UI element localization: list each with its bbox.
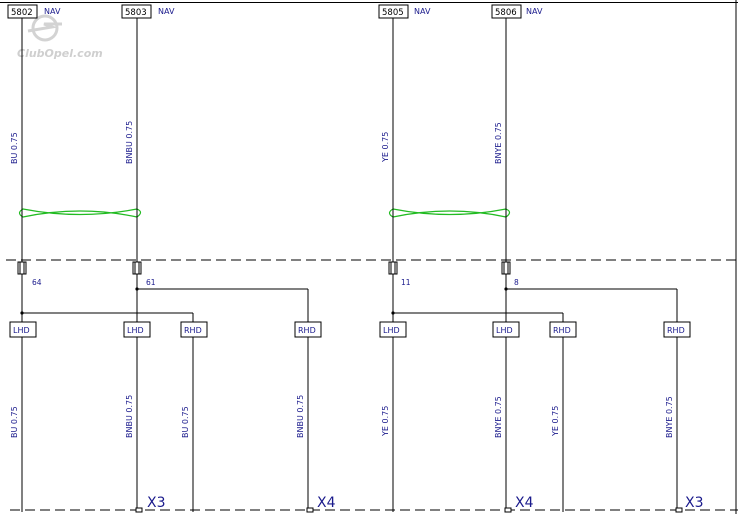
lhd-label: LHD xyxy=(383,326,400,335)
circuit-5805: 5805 NAV YE 0.75 11 LHD YE 0.75 RHD YE 0… xyxy=(378,4,577,512)
rhd-label: RHD xyxy=(553,326,571,335)
circuit-tag: NAV xyxy=(158,7,175,16)
bottom-connectors: X3 X4 X4 X3 xyxy=(135,495,704,513)
wire-label: BNBU 0.75 xyxy=(296,395,305,438)
connector-label: X3 xyxy=(147,495,166,511)
wire-label: BNBU 0.75 xyxy=(125,395,134,438)
circuit-number: 5805 xyxy=(382,8,404,18)
lhd-label: LHD xyxy=(127,326,144,335)
circuit-5802: 5802 NAV BU 0.75 64 LHD BU 0.75 RHD BU 0… xyxy=(7,4,208,512)
lhd-label: LHD xyxy=(496,326,513,335)
wire-label: YE 0.75 xyxy=(381,132,390,163)
circuit-5806: 5806 NAV BNYE 0.75 8 LHD BNYE 0.75 RHD B… xyxy=(491,4,691,512)
rhd-label: RHD xyxy=(298,326,316,335)
splice-pin: 8 xyxy=(514,278,519,287)
watermark: ClubOpel.com xyxy=(17,14,103,60)
wire-label: BNBU 0.75 xyxy=(125,121,134,164)
wire-label: BU 0.75 xyxy=(10,132,19,164)
circuit-tag: NAV xyxy=(414,7,431,16)
lhd-label: LHD xyxy=(13,326,30,335)
rhd-label: RHD xyxy=(667,326,685,335)
splice-connector xyxy=(388,261,398,275)
wire-label: BNYE 0.75 xyxy=(494,396,503,438)
splice-pin: 64 xyxy=(32,278,42,287)
wire-label: BU 0.75 xyxy=(181,406,190,438)
splice-pin: 11 xyxy=(401,278,411,287)
circuit-tag: NAV xyxy=(44,7,61,16)
opel-logo-icon xyxy=(27,14,62,42)
twisted-pair-right xyxy=(388,208,511,218)
splice-connector xyxy=(17,261,27,275)
wire-label: BU 0.75 xyxy=(10,406,19,438)
connector-label: X3 xyxy=(685,495,704,511)
wire-label: YE 0.75 xyxy=(381,406,390,437)
circuit-number: 5806 xyxy=(495,8,517,18)
connector-label: X4 xyxy=(515,495,534,511)
splice-connector xyxy=(501,261,511,275)
twisted-pair-left xyxy=(18,208,142,218)
wire-label: BNYE 0.75 xyxy=(665,396,674,438)
circuit-5803: 5803 NAV BNBU 0.75 61 LHD BNBU 0.75 RHD … xyxy=(121,4,322,512)
circuit-number: 5802 xyxy=(11,8,33,18)
connector-label: X4 xyxy=(317,495,336,511)
wiring-diagram: ClubOpel.com 5802 NAV BU 0.75 64 LHD BU … xyxy=(0,0,738,514)
circuit-number: 5803 xyxy=(125,8,147,18)
splice-connector xyxy=(132,261,142,275)
wire-label: BNYE 0.75 xyxy=(494,122,503,164)
wire-label: YE 0.75 xyxy=(551,406,560,437)
watermark-text: ClubOpel.com xyxy=(17,47,103,60)
rhd-label: RHD xyxy=(184,326,202,335)
circuit-tag: NAV xyxy=(526,7,543,16)
splice-pin: 61 xyxy=(146,278,156,287)
